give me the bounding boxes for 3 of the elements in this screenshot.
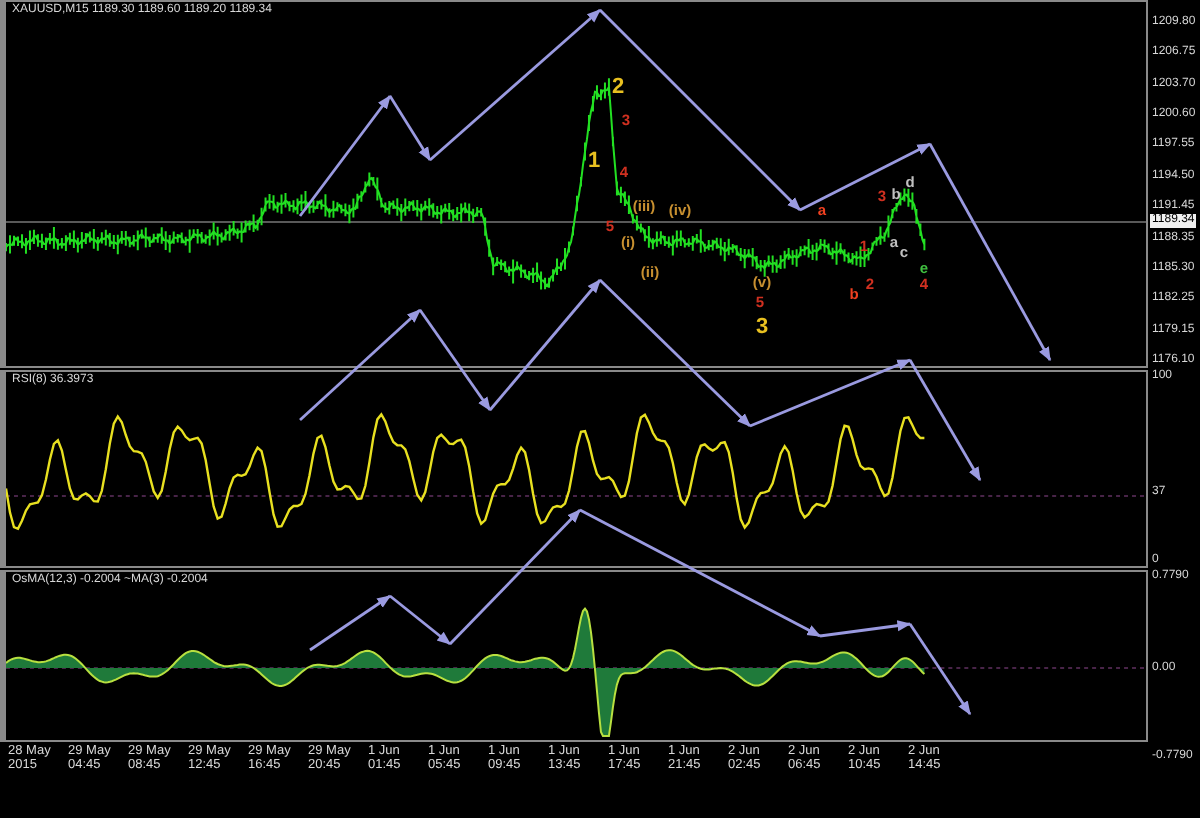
wave-label: 3 bbox=[755, 317, 769, 339]
wave-label: 1 bbox=[587, 151, 601, 173]
wave-label: 2 bbox=[611, 77, 625, 99]
